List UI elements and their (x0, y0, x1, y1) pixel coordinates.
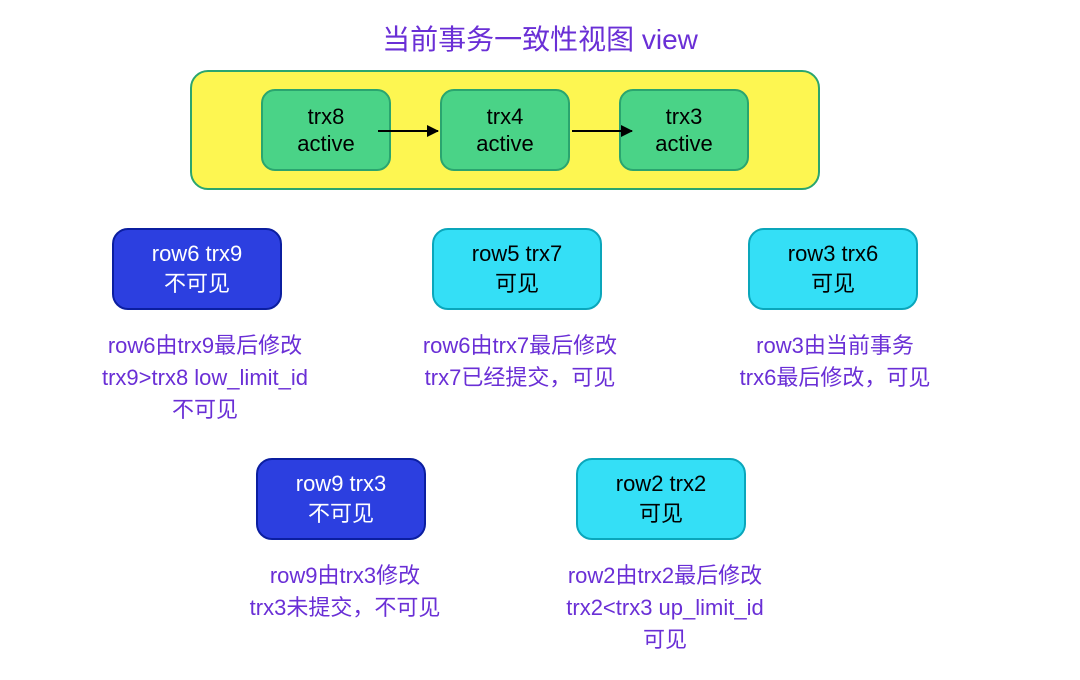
row-note-row9: row9由trx3修改 trx3未提交，不可见 (225, 560, 465, 624)
row-note-row5: row6由trx7最后修改 trx7已经提交，可见 (380, 330, 660, 394)
row-node-title: row6 trx9 (152, 239, 242, 269)
page-title: 当前事务一致性视图 view (0, 18, 1080, 58)
arrow-icon (378, 130, 438, 132)
row-node-visibility: 可见 (495, 269, 539, 299)
active-trx-state: active (297, 130, 354, 158)
row-note-row6: row6由trx9最后修改 trx9>trx8 low_limit_id 不可见 (75, 330, 335, 426)
row-note-row3: row3由当前事务 trx6最后修改，可见 (700, 330, 970, 394)
active-trx-state: active (655, 130, 712, 158)
row-node-row9: row9 trx3 不可见 (256, 458, 426, 540)
row-node-title: row2 trx2 (616, 469, 706, 499)
active-trx-name: trx3 (666, 103, 703, 131)
row-node-visibility: 不可见 (164, 269, 230, 299)
active-transactions-container: trx8 active trx4 active trx3 active (190, 70, 820, 190)
active-trx-trx4: trx4 active (440, 89, 570, 171)
row-node-title: row5 trx7 (472, 239, 562, 269)
row-note-row2: row2由trx2最后修改 trx2<trx3 up_limit_id 可见 (530, 560, 800, 656)
row-node-row6: row6 trx9 不可见 (112, 228, 282, 310)
row-node-visibility: 可见 (811, 269, 855, 299)
row-node-title: row3 trx6 (788, 239, 878, 269)
row-node-row3: row3 trx6 可见 (748, 228, 918, 310)
row-node-visibility: 不可见 (308, 499, 374, 529)
row-node-title: row9 trx3 (296, 469, 386, 499)
active-trx-name: trx8 (308, 103, 345, 131)
active-trx-trx3: trx3 active (619, 89, 749, 171)
row-node-row5: row5 trx7 可见 (432, 228, 602, 310)
active-trx-state: active (476, 130, 533, 158)
active-trx-name: trx4 (487, 103, 524, 131)
row-node-row2: row2 trx2 可见 (576, 458, 746, 540)
active-trx-trx8: trx8 active (261, 89, 391, 171)
arrow-icon (572, 130, 632, 132)
row-node-visibility: 可见 (639, 499, 683, 529)
